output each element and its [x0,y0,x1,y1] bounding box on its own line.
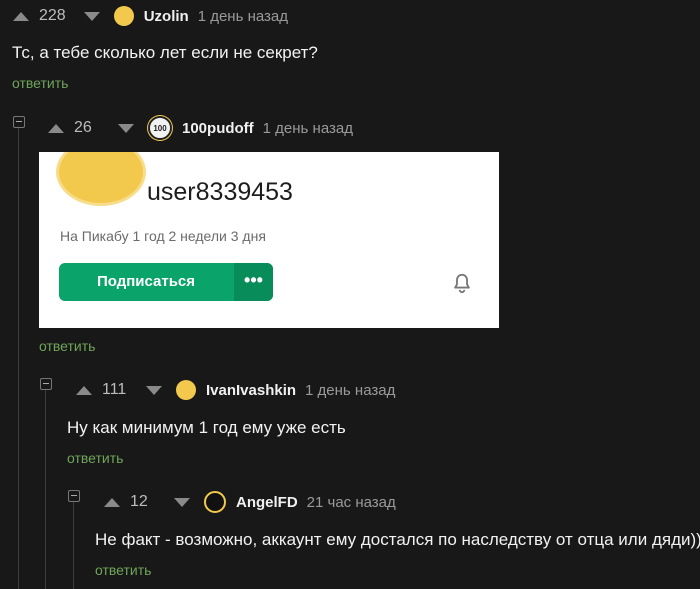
comment-score: 26 [74,119,92,136]
comment-time: 1 день назад [262,119,353,137]
thread-line [73,502,74,589]
comment-header: 26 100 100pudoff 1 день назад [48,116,353,140]
comment-time: 1 день назад [197,7,289,25]
collapse-icon[interactable] [13,116,25,128]
comment-score: 111 [102,381,127,398]
avatar[interactable]: 100 [148,116,172,140]
downvote-icon[interactable] [83,11,100,21]
comment-author[interactable]: IvanIvashkin [206,382,296,399]
comment-text: Не факт - возможно, аккаунт ему достался… [95,530,700,549]
embedded-profile-screenshot: user8339453 На Пикабу 1 год 2 недели 3 д… [39,152,499,328]
subscribe-label: Подписаться [96,273,196,290]
comment-header: 12 AngelFD 21 час назад [104,490,396,514]
decorative-pattern [159,152,499,164]
reply-link[interactable]: ответить [12,75,68,91]
more-icon[interactable]: ••• [234,263,273,301]
comment-header: 228 Uzolin 1 день назад [13,4,288,28]
comment-header: 111 IvanIvashkin 1 день назад [76,378,395,402]
comment-score: 228 [39,7,66,24]
comment-time: 21 час назад [306,493,396,511]
collapse-icon[interactable] [40,378,52,390]
comment-time: 1 день назад [305,381,396,399]
avatar[interactable] [113,6,134,26]
comment-author[interactable]: Uzolin [144,8,189,25]
downvote-icon[interactable] [118,123,134,133]
thread-line [18,128,19,589]
downvote-icon[interactable] [174,497,190,507]
upvote-icon[interactable] [76,385,92,395]
avatar[interactable] [176,380,196,400]
comment-author[interactable]: 100pudoff [182,120,254,137]
upvote-icon[interactable] [13,11,29,21]
subscribe-button[interactable]: Подписаться ••• [59,263,273,301]
profile-since: На Пикабу 1 год 2 недели 3 дня [60,228,266,244]
profile-avatar [56,152,146,206]
reply-link[interactable]: ответить [39,338,95,354]
thread-line [45,390,46,589]
downvote-icon[interactable] [146,385,162,395]
reply-link[interactable]: ответить [95,562,151,578]
comment-score: 12 [130,493,148,510]
comment-text: Тс, а тебе сколько лет если не секрет? [12,43,318,62]
comment-author[interactable]: AngelFD [236,494,298,511]
upvote-icon[interactable] [104,497,120,507]
collapse-icon[interactable] [68,490,80,502]
avatar[interactable] [204,491,226,513]
bell-icon[interactable] [451,272,473,294]
profile-username: user8339453 [147,178,293,206]
upvote-icon[interactable] [48,123,64,133]
reply-link[interactable]: ответить [67,450,123,466]
comment-text: Ну как минимум 1 год ему уже есть [67,418,346,437]
